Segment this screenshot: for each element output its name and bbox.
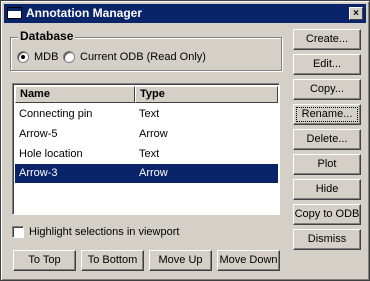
radio-current-odb[interactable]: Current ODB (Read Only) <box>63 51 206 63</box>
radio-mdb[interactable]: MDB <box>17 51 58 63</box>
plot-button[interactable]: Plot <box>293 154 361 175</box>
dismiss-button[interactable]: Dismiss <box>293 229 361 250</box>
hide-button[interactable]: Hide <box>293 179 361 200</box>
row-type: Text <box>139 108 160 120</box>
to-top-button[interactable]: To Top <box>13 250 76 271</box>
edit-button[interactable]: Edit... <box>293 54 361 75</box>
create-button[interactable]: Create... <box>293 29 361 50</box>
row-name: Arrow-3 <box>19 167 58 179</box>
radio-mdb-indicator[interactable] <box>17 51 29 63</box>
list-row[interactable]: Arrow-5 Arrow <box>15 125 278 144</box>
list-row[interactable]: Connecting pin Text <box>15 105 278 124</box>
radio-current-odb-label: Current ODB (Read Only) <box>80 51 206 63</box>
list-row[interactable]: Hole location Text <box>15 145 278 164</box>
row-name: Arrow-5 <box>19 128 58 140</box>
list-row-selected[interactable]: Arrow-3 Arrow <box>15 164 278 183</box>
highlight-label: Highlight selections in viewport <box>29 226 180 238</box>
rename-button[interactable]: Rename... <box>293 104 361 125</box>
copy-to-odb-button[interactable]: Copy to ODB <box>293 204 361 225</box>
move-down-button[interactable]: Move Down <box>217 250 280 271</box>
highlight-option[interactable]: Highlight selections in viewport <box>12 226 179 238</box>
move-up-button[interactable]: Move Up <box>149 250 212 271</box>
to-bottom-button[interactable]: To Bottom <box>81 250 144 271</box>
row-type: Arrow <box>139 128 168 140</box>
column-header-name[interactable]: Name <box>15 86 135 103</box>
radio-mdb-label: MDB <box>34 51 59 63</box>
delete-button[interactable]: Delete... <box>293 129 361 150</box>
copy-button[interactable]: Copy... <box>293 79 361 100</box>
title-bar: Annotation Manager × <box>4 4 366 23</box>
window-title: Annotation Manager <box>26 6 142 20</box>
row-name: Hole location <box>19 148 83 160</box>
window-icon <box>7 7 22 19</box>
row-type: Text <box>139 148 160 160</box>
database-group-label: Database <box>18 29 76 43</box>
list-header: Name Type <box>15 86 278 103</box>
annotation-manager-dialog: Annotation Manager × Database MDB Curren… <box>0 0 370 281</box>
annotation-list[interactable]: Name Type Connecting pin Text Arrow-5 Ar… <box>12 83 280 215</box>
row-name: Connecting pin <box>19 108 93 120</box>
close-button[interactable]: × <box>349 7 363 20</box>
column-header-type[interactable]: Type <box>135 86 278 103</box>
radio-current-odb-indicator[interactable] <box>63 51 75 63</box>
row-type: Arrow <box>139 167 168 179</box>
highlight-checkbox[interactable] <box>12 226 24 238</box>
